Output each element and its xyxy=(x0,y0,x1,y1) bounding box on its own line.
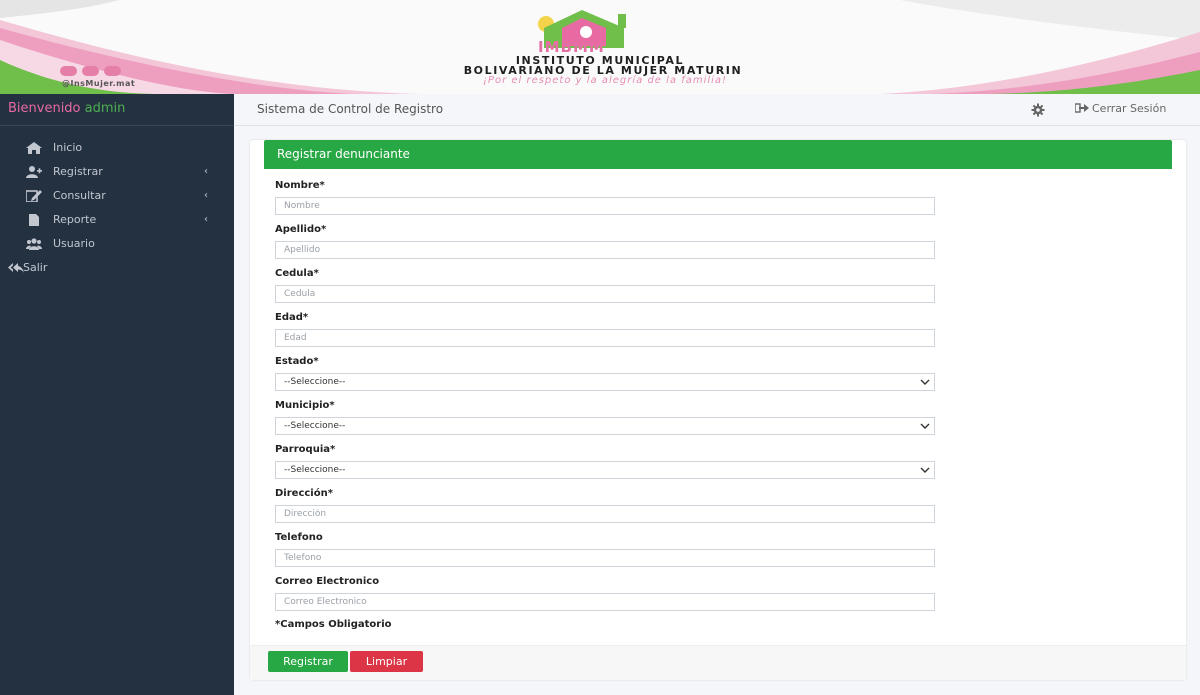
file-icon xyxy=(29,214,39,226)
apellido-label: Apellido* xyxy=(275,224,327,235)
logout-label: Cerrar Sesión xyxy=(1092,102,1167,115)
chevron-down-icon xyxy=(920,467,930,473)
user-plus-icon xyxy=(26,166,42,178)
edad-label: Edad* xyxy=(275,312,309,323)
users-icon xyxy=(26,238,42,250)
municipio-label: Municipio* xyxy=(275,400,335,411)
sidebar-item-consultar[interactable]: Consultar ‹ xyxy=(0,184,234,208)
institution-slogan: ¡Por el respeto y la alegría de la famil… xyxy=(482,75,728,86)
apellido-input[interactable] xyxy=(275,241,935,259)
correo-label: Correo Electronico xyxy=(275,576,380,587)
direccion-label: Dirección* xyxy=(275,488,333,499)
chevron-left-icon: ‹ xyxy=(204,190,208,201)
municipio-select[interactable]: --Seleccione-- xyxy=(275,417,935,435)
sidebar-item-registrar[interactable]: Registrar ‹ xyxy=(0,160,234,184)
municipio-selected-value: --Seleccione-- xyxy=(284,421,346,431)
username: admin xyxy=(84,101,126,116)
parroquia-selected-value: --Seleccione-- xyxy=(284,465,346,475)
estado-selected-value: --Seleccione-- xyxy=(284,377,346,387)
sidebar-item-reporte[interactable]: Reporte ‹ xyxy=(0,208,234,232)
edit-icon xyxy=(26,190,42,202)
header-banner: @InsMujer.mat IMBMM INSTITUTO MUNICIPAL … xyxy=(0,0,1200,94)
sidebar: Bienvenido admin Inicio Registrar ‹ Cons… xyxy=(0,94,234,695)
register-button[interactable]: Registrar xyxy=(268,651,348,672)
clear-button[interactable]: Limpiar xyxy=(350,651,423,672)
chevron-down-icon xyxy=(920,423,930,429)
welcome-text: Bienvenido xyxy=(8,101,81,116)
cedula-label: Cedula* xyxy=(275,268,319,279)
estado-select[interactable]: --Seleccione-- xyxy=(275,373,935,391)
correo-input[interactable] xyxy=(275,593,935,611)
reply-all-icon xyxy=(8,263,24,273)
direccion-input[interactable] xyxy=(275,505,935,523)
chevron-left-icon: ‹ xyxy=(204,214,208,225)
card-footer: Registrar Limpiar xyxy=(250,645,1186,680)
welcome-message: Bienvenido admin xyxy=(0,94,234,126)
edad-input[interactable] xyxy=(275,329,935,347)
cedula-input[interactable] xyxy=(275,285,935,303)
sign-out-icon xyxy=(1075,103,1089,113)
logout-button[interactable]: Cerrar Sesión xyxy=(1075,102,1166,115)
chevron-down-icon xyxy=(920,379,930,385)
sidebar-item-salir[interactable]: Salir xyxy=(0,256,234,280)
nombre-input[interactable] xyxy=(275,197,935,215)
sidebar-menu: Inicio Registrar ‹ Consultar ‹ Reporte ‹… xyxy=(0,126,234,280)
gear-icon[interactable] xyxy=(1031,103,1045,117)
register-form: Nombre* Apellido* Cedula* Edad* Estado* … xyxy=(275,179,935,630)
estado-label: Estado* xyxy=(275,356,319,367)
telefono-label: Telefono xyxy=(275,532,323,543)
parroquia-label: Parroquia* xyxy=(275,444,336,455)
chevron-left-icon: ‹ xyxy=(204,166,208,177)
required-fields-note: *Campos Obligatorio xyxy=(275,619,392,630)
page-title: Sistema de Control de Registro xyxy=(257,102,444,116)
home-icon xyxy=(26,142,42,154)
card-header: Registrar denunciante xyxy=(264,140,1172,169)
parroquia-select[interactable]: --Seleccione-- xyxy=(275,461,935,479)
telefono-input[interactable] xyxy=(275,549,935,567)
nombre-label: Nombre* xyxy=(275,180,325,191)
top-navbar: Sistema de Control de Registro Cerrar Se… xyxy=(234,94,1200,126)
sidebar-item-usuario[interactable]: Usuario xyxy=(0,232,234,256)
sidebar-item-inicio[interactable]: Inicio xyxy=(0,136,234,160)
register-card: Registrar denunciante Nombre* Apellido* … xyxy=(250,140,1186,680)
